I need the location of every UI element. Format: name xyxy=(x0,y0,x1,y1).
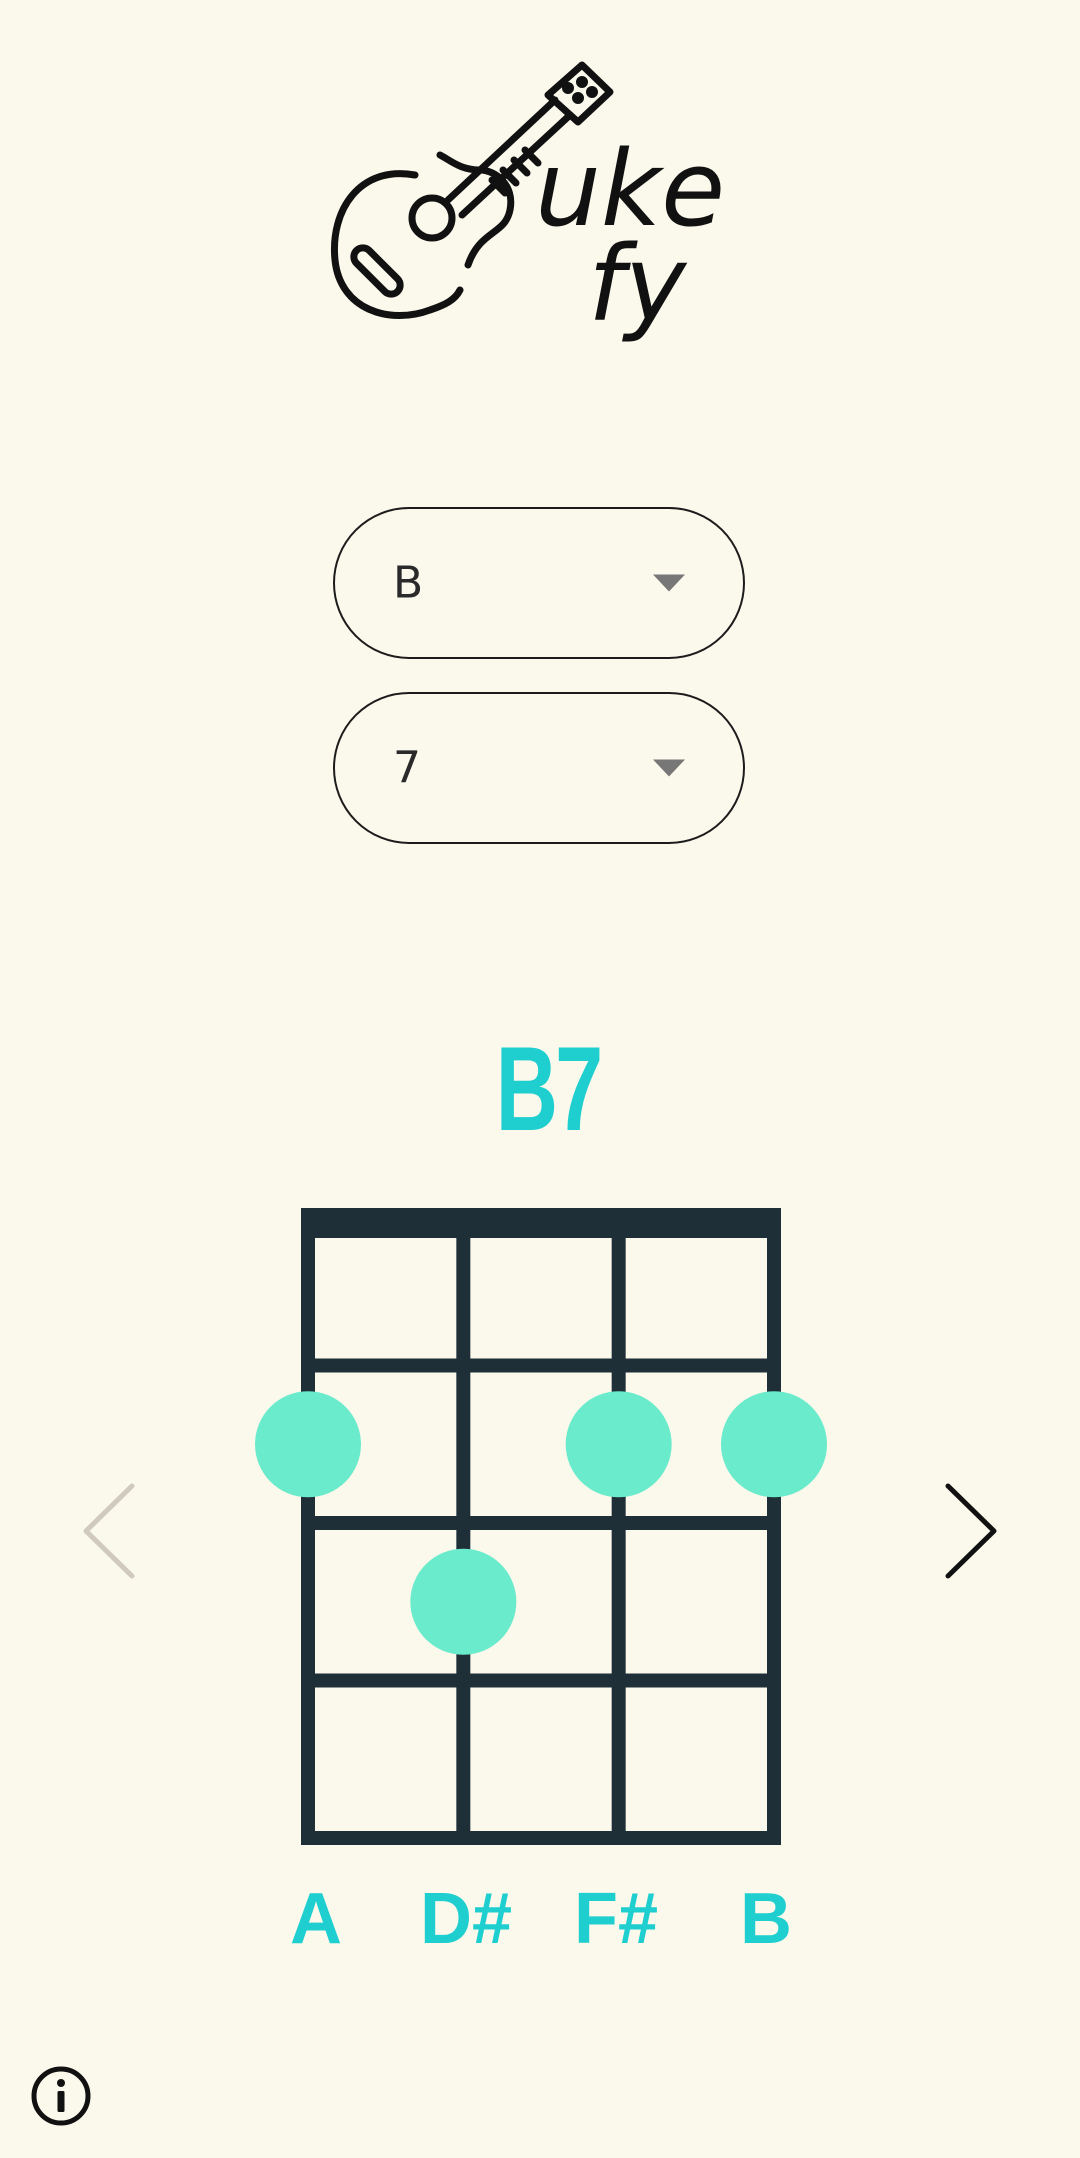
logo-text-fy: fy xyxy=(588,223,688,345)
chord-name: B7 xyxy=(495,1022,604,1156)
fret-line xyxy=(301,1831,781,1845)
fret-line xyxy=(301,1516,781,1530)
fret-line xyxy=(301,1358,781,1373)
caret-down-icon xyxy=(653,759,685,777)
string-labels: A D# F# B xyxy=(290,1879,792,1959)
string-label: F# xyxy=(574,1879,658,1959)
string-label: D# xyxy=(420,1879,512,1959)
app-logo: uke fy xyxy=(330,61,725,345)
info-button[interactable] xyxy=(30,2065,92,2127)
nut xyxy=(301,1208,781,1238)
fretboard xyxy=(301,1208,781,1845)
previous-chord-button[interactable] xyxy=(70,1470,150,1590)
root-note-select[interactable]: B xyxy=(333,507,745,659)
string-label: B xyxy=(740,1879,792,1959)
finger-dot xyxy=(410,1548,517,1655)
chord-type-value: 7 xyxy=(393,742,421,794)
fret-line xyxy=(301,1673,781,1688)
finger-dot xyxy=(255,1391,361,1498)
finger-dot xyxy=(565,1391,672,1498)
finger-dot xyxy=(721,1391,827,1498)
chord-type-select[interactable]: 7 xyxy=(333,692,745,844)
caret-down-icon xyxy=(653,574,685,592)
root-note-value: B xyxy=(393,557,424,609)
next-chord-button[interactable] xyxy=(930,1470,1010,1590)
string-label: A xyxy=(290,1879,342,1959)
info-icon xyxy=(31,2066,91,2126)
